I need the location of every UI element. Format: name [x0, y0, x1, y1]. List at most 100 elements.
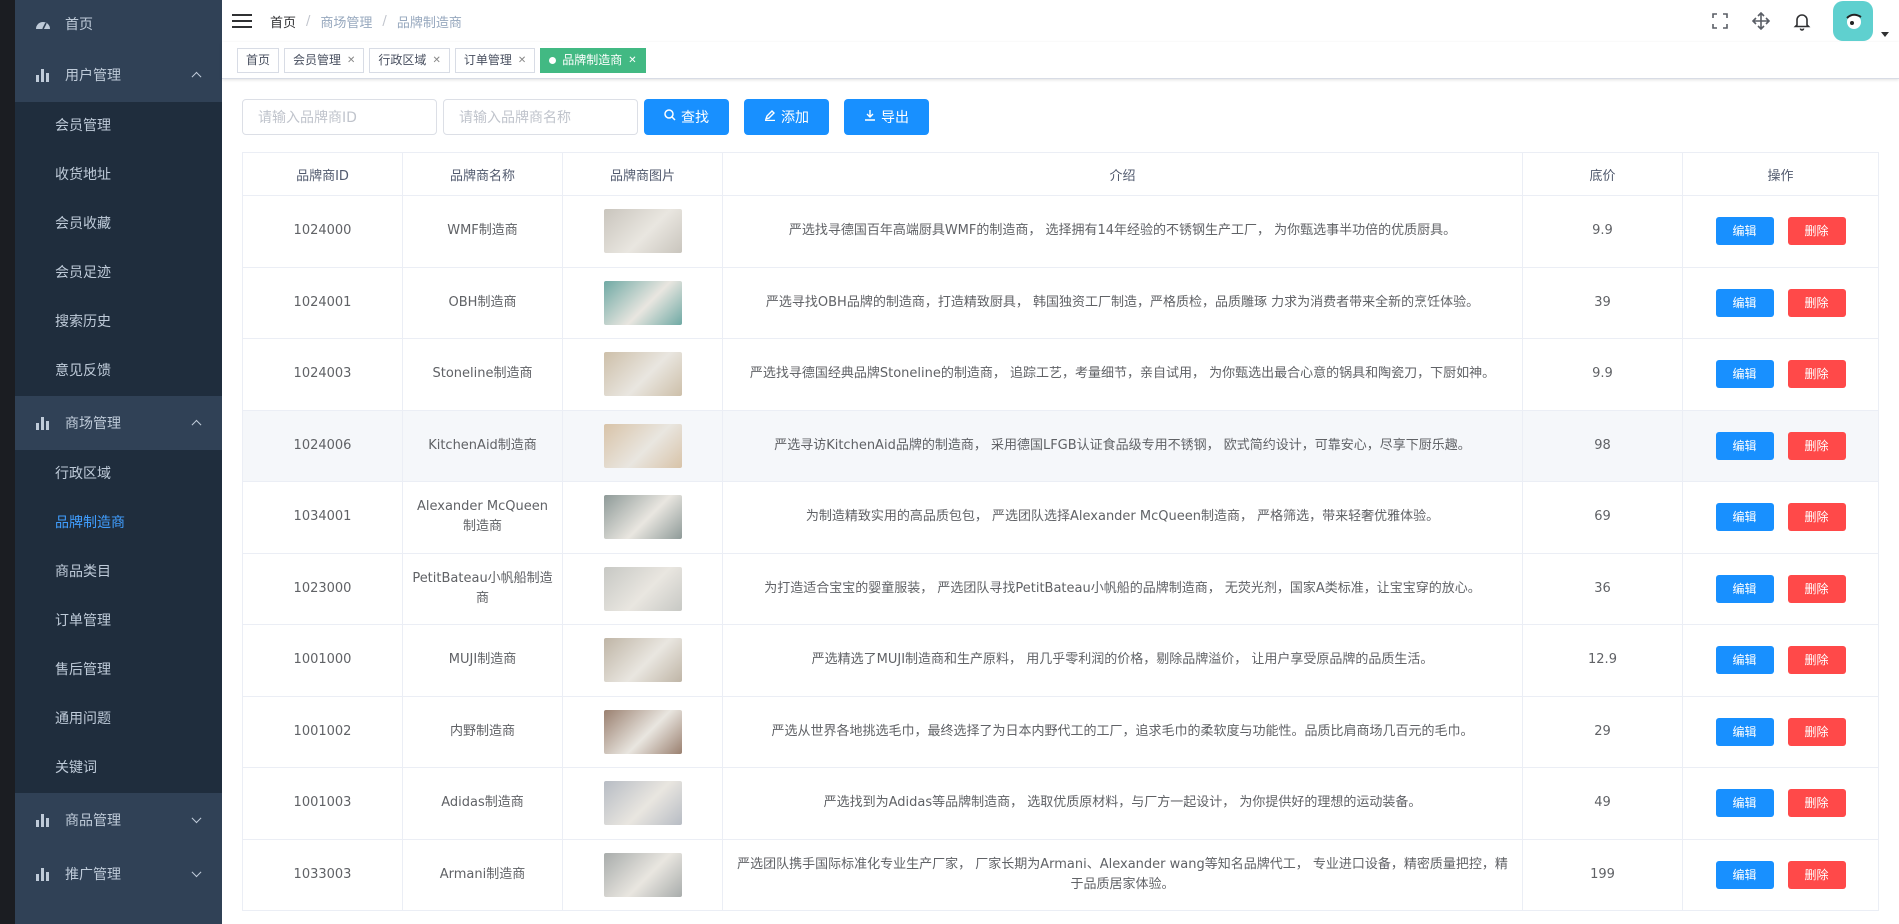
breadcrumb-item[interactable]: 首页: [270, 12, 296, 31]
header-price: 底价: [1522, 152, 1683, 196]
add-button-label: 添加: [781, 110, 809, 126]
sidebar-group-mall-mgmt[interactable]: 商场管理: [15, 396, 222, 450]
delete-button[interactable]: 删除: [1787, 217, 1846, 246]
delete-button[interactable]: 删除: [1787, 860, 1846, 889]
brand-name-input[interactable]: 请输入品牌商名称: [443, 99, 638, 135]
close-icon[interactable]: ✕: [432, 49, 440, 72]
delete-button[interactable]: 删除: [1787, 360, 1846, 389]
fullscreen-icon[interactable]: [1710, 11, 1730, 31]
table-row: 1023000 PetitBateau小帆船制造商 为打造适合宝宝的婴童服装， 严选…: [242, 552, 1879, 625]
edit-button[interactable]: 编辑: [1715, 503, 1774, 532]
cell-description: 严选找到为Adidas等品牌制造商， 选取优质原材料，与厂方一起设计， 为你提供…: [722, 767, 1523, 840]
cell-brand-id: 1023000: [242, 552, 403, 625]
filter-bar: 请输入品牌商ID 请输入品牌商名称 查找 添加 导出: [242, 99, 1879, 135]
submenu-user-mgmt: 会员管理 收货地址 会员收藏 会员足迹 搜索历史 意见反馈: [15, 102, 222, 396]
sidebar-item-keywords[interactable]: 关键词: [15, 744, 222, 793]
table-row: 1024006 KitchenAid制造商 严选寻访KitchenAid品牌的制造商…: [242, 409, 1879, 482]
cell-description: 严选寻访KitchenAid品牌的制造商， 采用德国LFGB认证食品级专用不锈钢…: [722, 409, 1523, 482]
tag-orders[interactable]: 订单管理 ✕: [454, 47, 536, 73]
edit-button[interactable]: 编辑: [1715, 217, 1774, 246]
close-icon[interactable]: ✕: [628, 49, 636, 72]
cell-actions: 编辑 删除: [1682, 552, 1879, 625]
search-button-label: 查找: [681, 110, 709, 126]
cell-brand-id: 1034001: [242, 481, 403, 554]
cell-price: 36: [1522, 552, 1683, 625]
cell-brand-name: Alexander McQueen制造商: [402, 481, 563, 554]
sidebar-item-members[interactable]: 会员管理: [15, 102, 222, 151]
header-description: 介绍: [722, 152, 1523, 196]
sidebar-item-addresses[interactable]: 收货地址: [15, 151, 222, 200]
download-icon: [864, 109, 876, 125]
cell-brand-image: [562, 767, 723, 840]
sidebar-group-user-mgmt[interactable]: 用户管理: [15, 48, 222, 102]
breadcrumb-separator: /: [306, 13, 311, 29]
delete-button[interactable]: 删除: [1787, 646, 1846, 675]
sidebar-item-faq[interactable]: 通用问题: [15, 695, 222, 744]
breadcrumb-item: 品牌制造商: [396, 15, 462, 31]
cell-price: 49: [1522, 767, 1683, 840]
tag-home[interactable]: 首页: [237, 47, 280, 73]
edit-button[interactable]: 编辑: [1715, 717, 1774, 746]
tag-regions[interactable]: 行政区域 ✕: [369, 47, 450, 73]
tag-members[interactable]: 会员管理 ✕: [284, 47, 365, 73]
table-header-row: 品牌商ID 品牌商名称 品牌商图片 介绍 底价 操作: [242, 152, 1879, 196]
edit-button[interactable]: 编辑: [1715, 574, 1774, 603]
sidebar-item-home[interactable]: 首页: [15, 0, 222, 48]
sidebar-group-goods-mgmt[interactable]: 商品管理: [15, 793, 222, 847]
bar-chart-icon: [35, 867, 51, 881]
header-actions: 操作: [1682, 152, 1879, 196]
cell-brand-image: [562, 338, 723, 411]
cell-price: 69: [1522, 481, 1683, 554]
add-button[interactable]: 添加: [744, 99, 829, 135]
sidebar-item-orders[interactable]: 订单管理: [15, 597, 222, 646]
cell-brand-id: 1001002: [242, 695, 403, 768]
hamburger-icon[interactable]: [232, 13, 252, 29]
edit-button[interactable]: 编辑: [1715, 360, 1774, 389]
brand-thumbnail: [603, 709, 682, 754]
edit-button[interactable]: 编辑: [1715, 288, 1774, 317]
cell-brand-image: [562, 838, 723, 911]
edit-button[interactable]: 编辑: [1715, 431, 1774, 460]
brand-id-input[interactable]: 请输入品牌商ID: [242, 99, 437, 135]
sidebar-item-footprints[interactable]: 会员足迹: [15, 249, 222, 298]
edit-button[interactable]: 编辑: [1715, 789, 1774, 818]
dashboard-icon: [35, 17, 51, 31]
tag-brand-manufacturers[interactable]: 品牌制造商 ✕: [540, 47, 646, 73]
brand-thumbnail: [603, 638, 682, 683]
delete-button[interactable]: 删除: [1787, 503, 1846, 532]
export-button[interactable]: 导出: [844, 99, 929, 135]
cell-brand-image: [562, 409, 723, 482]
sidebar-item-favorites[interactable]: 会员收藏: [15, 200, 222, 249]
content: 请输入品牌商ID 请输入品牌商名称 查找 添加 导出 品牌商ID 品牌商名称 品…: [222, 79, 1899, 911]
bell-icon[interactable]: [1792, 11, 1812, 31]
cell-brand-id: 1001000: [242, 624, 403, 697]
table-row: 1033003 Armani制造商 严选团队携手国际标准化专业生产厂家， 厂家长期为…: [242, 838, 1879, 911]
search-button[interactable]: 查找: [644, 99, 729, 135]
brand-thumbnail: [603, 352, 682, 397]
caret-down-icon[interactable]: [1881, 31, 1889, 37]
cell-actions: 编辑 删除: [1682, 266, 1879, 339]
delete-button[interactable]: 删除: [1787, 789, 1846, 818]
cell-description: 严选找寻德国百年高端厨具WMF的制造商， 选择拥有14年经验的不锈钢生产工厂， …: [722, 195, 1523, 268]
cell-actions: 编辑 删除: [1682, 695, 1879, 768]
sidebar-item-regions[interactable]: 行政区域: [15, 450, 222, 499]
delete-button[interactable]: 删除: [1787, 717, 1846, 746]
close-icon[interactable]: ✕: [518, 49, 526, 72]
edit-button[interactable]: 编辑: [1715, 860, 1774, 889]
brand-thumbnail: [603, 423, 682, 468]
edit-button[interactable]: 编辑: [1715, 646, 1774, 675]
sidebar-item-brand-manufacturers[interactable]: 品牌制造商: [15, 499, 222, 548]
sidebar-group-promo-mgmt[interactable]: 推广管理: [15, 847, 222, 901]
close-icon[interactable]: ✕: [347, 49, 355, 72]
sidebar-item-categories[interactable]: 商品类目: [15, 548, 222, 597]
size-move-icon[interactable]: [1751, 11, 1771, 31]
breadcrumb-item: 商场管理: [320, 15, 373, 31]
sidebar-item-search-history[interactable]: 搜索历史: [15, 298, 222, 347]
delete-button[interactable]: 删除: [1787, 431, 1846, 460]
delete-button[interactable]: 删除: [1787, 288, 1846, 317]
cell-brand-image: [562, 695, 723, 768]
sidebar-item-feedback[interactable]: 意见反馈: [15, 347, 222, 396]
sidebar-item-after-sales[interactable]: 售后管理: [15, 646, 222, 695]
delete-button[interactable]: 删除: [1787, 574, 1846, 603]
avatar[interactable]: [1833, 1, 1873, 41]
